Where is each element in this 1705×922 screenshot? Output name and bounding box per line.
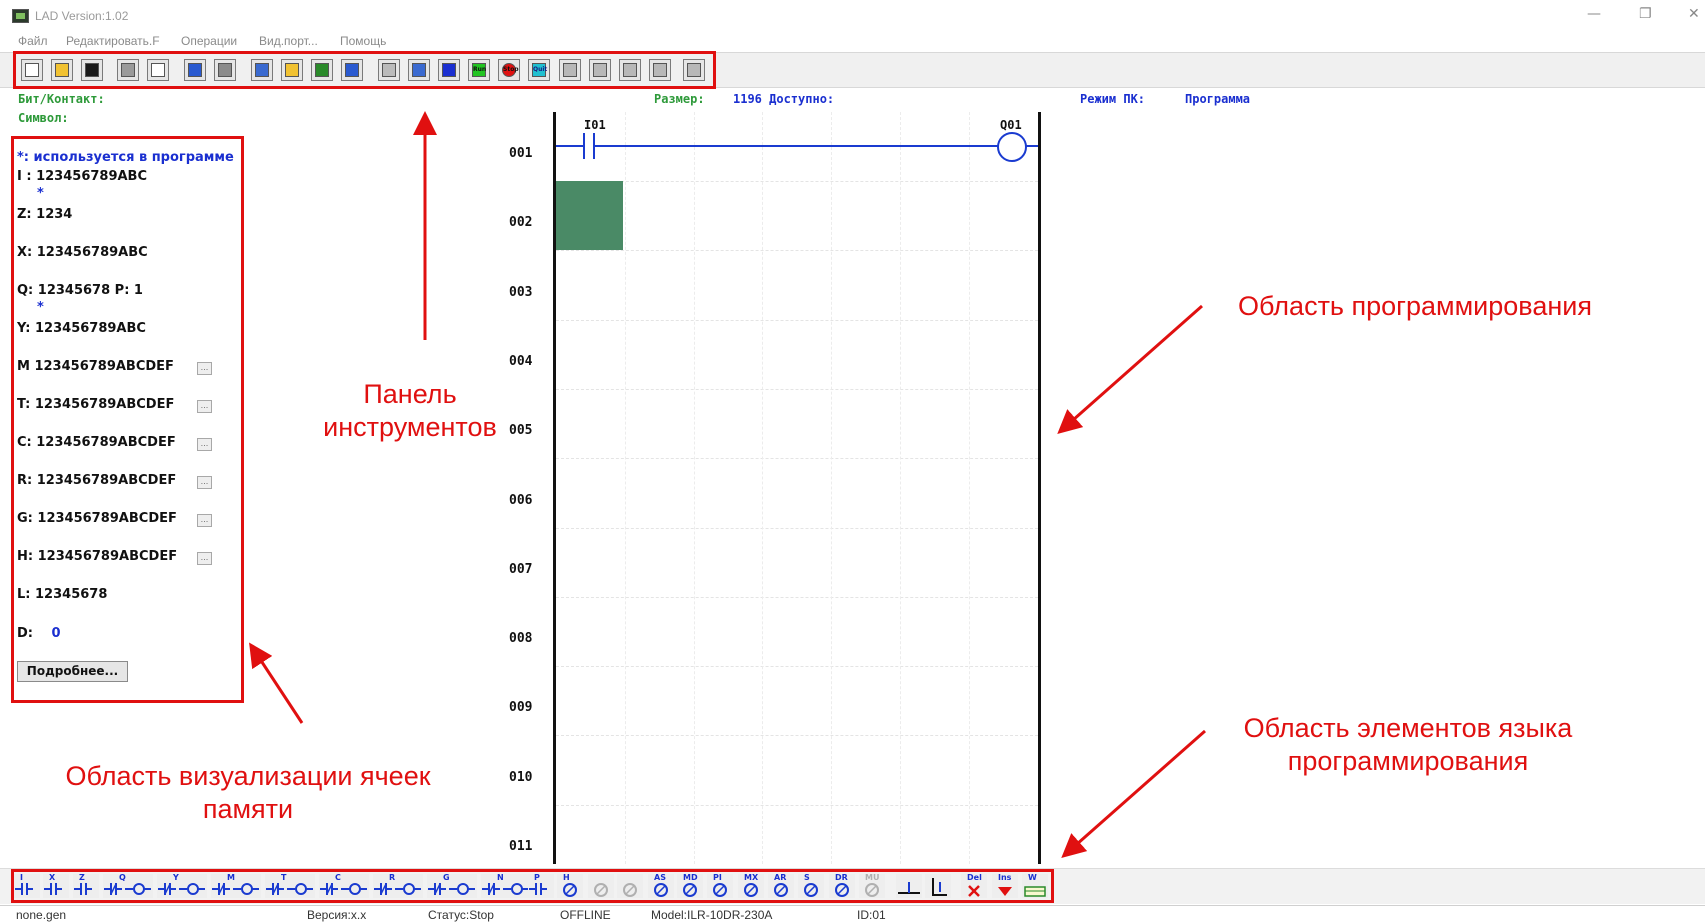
menu-edit[interactable]: Редактировать.F	[66, 34, 160, 48]
status-bar: none.gen Версия:x.x Статус:Stop OFFLINE …	[0, 905, 1705, 922]
grid-column-line	[900, 112, 901, 864]
grid-column-line	[625, 112, 626, 864]
status-model: Model:ILR-10DR-230A	[651, 908, 773, 922]
right-power-rail	[1038, 112, 1041, 864]
rung-number: 007	[509, 562, 533, 577]
close-button[interactable]: ✕	[1688, 6, 1700, 22]
grid-row-line	[556, 597, 1038, 598]
rung-number: 006	[509, 493, 533, 508]
arrow-to-elements-area	[1061, 729, 1206, 858]
grid-column-line	[969, 112, 970, 864]
rung-number: 010	[509, 770, 533, 785]
rung-number: 009	[509, 700, 533, 715]
contact-i01-left-bar[interactable]	[583, 133, 585, 159]
status-version: Версия:x.x	[307, 908, 367, 922]
rung-number: 011	[509, 839, 533, 854]
grid-column-line	[831, 112, 832, 864]
status-state: Статус:Stop	[428, 908, 494, 922]
bit-contact-label: Бит/Контакт:	[18, 92, 105, 106]
status-connection: OFFLINE	[560, 908, 611, 922]
rung-001-wire[interactable]	[556, 145, 1038, 147]
plc-mode-label: Режим ПК:	[1080, 92, 1146, 106]
grid-row-line	[556, 458, 1038, 459]
grid-row-line	[556, 320, 1038, 321]
grid-row-line	[556, 666, 1038, 667]
annotation-programming-area: Область программирования	[1238, 291, 1592, 321]
app-icon	[12, 9, 29, 23]
status-id: ID:01	[857, 908, 886, 922]
rung-number: 004	[509, 354, 533, 369]
grid-row-line	[556, 389, 1038, 390]
symbol-label: Символ:	[18, 111, 69, 125]
grid-row-line	[556, 181, 1038, 182]
grid-row-line	[556, 528, 1038, 529]
grid-row-line	[556, 735, 1038, 736]
rung-number: 008	[509, 631, 533, 646]
menu-bar: Файл Редактировать.F Операции Вид.порт..…	[0, 32, 1705, 50]
lad-editor-window: LAD Version:1.02 — ❐ ✕ Файл Редактироват…	[0, 0, 1705, 922]
coil-q01-icon[interactable]	[997, 132, 1027, 162]
contact-i01-right-bar[interactable]	[593, 133, 595, 159]
menu-file[interactable]: Файл	[18, 34, 48, 48]
menu-view[interactable]: Вид.порт...	[259, 34, 318, 48]
contact-gap	[585, 142, 593, 150]
status-file: none.gen	[16, 908, 67, 922]
left-power-rail	[553, 112, 556, 864]
size-label: Размер:	[654, 92, 705, 106]
coil-q01-label: Q01	[1000, 118, 1022, 132]
window-title: LAD Version:1.02	[35, 9, 129, 23]
toolbar-highlight-frame	[13, 51, 716, 89]
arrow-to-programming-area	[1057, 304, 1203, 434]
grid-row-line	[556, 250, 1038, 251]
rung-number: 002	[509, 215, 533, 230]
restore-button[interactable]: ❐	[1639, 6, 1652, 22]
contact-i01-label: I01	[584, 118, 606, 132]
title-bar: LAD Version:1.02 — ❐ ✕	[0, 0, 1705, 32]
menu-help[interactable]: Помощь	[340, 34, 386, 48]
arrow-to-memory-area	[249, 642, 304, 724]
annotation-memory-area: Область визуализации ячеек памяти	[65, 761, 431, 824]
grid-row-line	[556, 805, 1038, 806]
menu-operations[interactable]: Операции	[181, 34, 237, 48]
palette-highlight-frame	[11, 869, 1054, 903]
annotation-elements-area: Область элементов языка программирования	[1243, 713, 1573, 776]
plc-mode-value: Программа	[1185, 92, 1251, 106]
rung-number: 003	[509, 285, 533, 300]
edit-cursor-cell[interactable]	[556, 181, 623, 250]
annotation-toolbar: Панель инструментов	[323, 379, 497, 442]
rung-number: 001	[509, 146, 533, 161]
minimize-button[interactable]: —	[1587, 6, 1601, 22]
memory-highlight-frame	[11, 136, 244, 703]
grid-column-line	[762, 112, 763, 864]
size-value: 1196 Доступно:	[733, 92, 835, 106]
grid-column-line	[694, 112, 695, 864]
